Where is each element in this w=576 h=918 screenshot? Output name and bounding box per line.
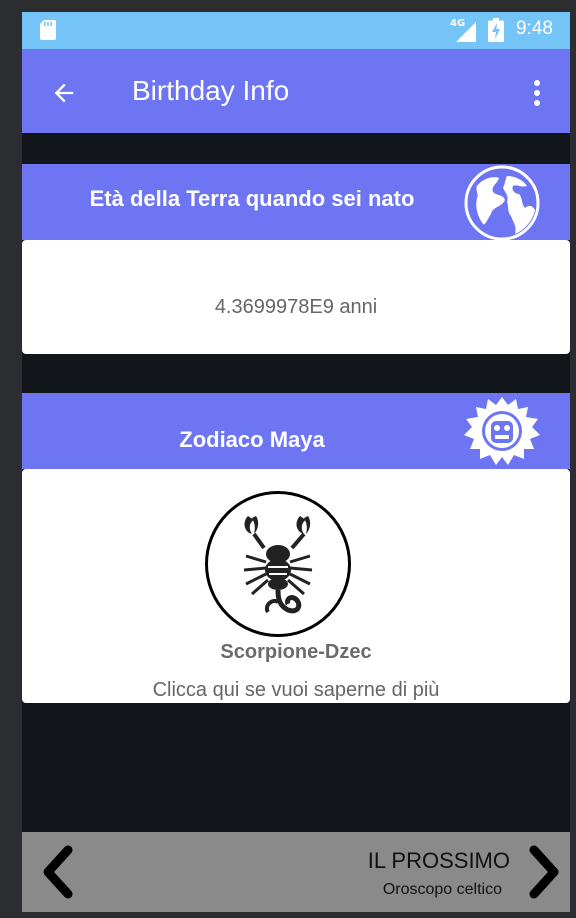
chevron-right-icon[interactable] (522, 844, 566, 900)
page-title: Birthday Info (132, 75, 290, 106)
maya-card-title: Zodiaco Maya (179, 427, 325, 452)
more-vert-icon (534, 80, 540, 106)
next-button-label[interactable]: IL PROSSIMO (322, 848, 510, 874)
back-button[interactable] (44, 73, 84, 113)
more-options-button[interactable] (522, 73, 552, 113)
battery-charging-icon (488, 18, 504, 42)
status-bar: 4G 9:48 (22, 12, 570, 49)
earth-card-title: Età della Terra quando sei nato (89, 186, 415, 211)
app-bar: Birthday Info (22, 49, 570, 133)
next-subtitle: Oroscopo celtico (382, 881, 502, 898)
maya-card-header: Zodiaco Maya (22, 393, 570, 469)
device-frame: 4G 9:48 Birthday Info Età della Terra qu… (0, 0, 576, 918)
zodiac-sign-name: Scorpione-Dzec (220, 641, 372, 663)
screen: 4G 9:48 Birthday Info Età della Terra qu… (22, 12, 570, 912)
globe-icon (464, 165, 540, 241)
bottom-navigation: IL PROSSIMO Oroscopo celtico (22, 832, 570, 912)
status-time: 9:48 (516, 18, 553, 39)
arrow-back-icon (54, 83, 74, 103)
signal-icon (456, 22, 476, 42)
scorpion-icon (243, 516, 313, 614)
earth-card-header: Età della Terra quando sei nato (22, 164, 570, 241)
earth-card-body: 4.3699978E9 anni (22, 240, 570, 354)
earth-age-value: 4.3699978E9 anni (214, 296, 378, 318)
sd-card-icon (40, 20, 56, 40)
maya-calendar-icon (464, 397, 540, 465)
chevron-left-icon[interactable] (36, 844, 80, 900)
zodiac-sign-image[interactable] (205, 491, 351, 637)
learn-more-link[interactable]: Clicca qui se vuoi saperne di più (22, 679, 570, 702)
maya-card-body: Scorpione-Dzec Clicca qui se vuoi sapern… (22, 469, 570, 703)
